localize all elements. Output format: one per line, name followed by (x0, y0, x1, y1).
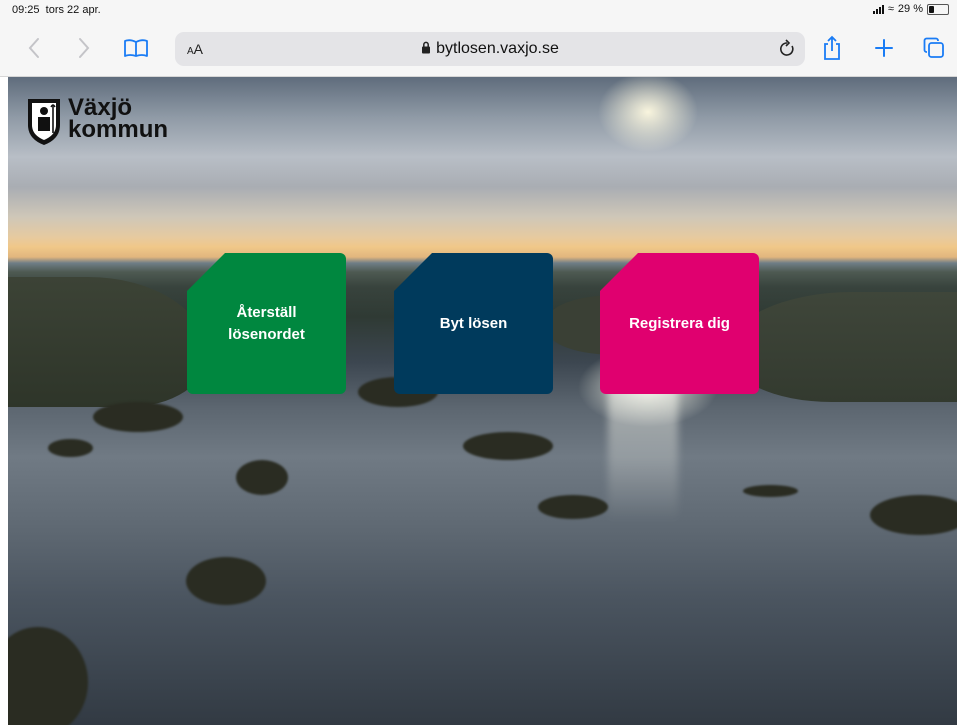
lock-icon (421, 41, 431, 59)
address-bar[interactable]: AA bytlosen.vaxjo.se (175, 32, 805, 66)
change-password-label: Byt lösen (439, 314, 508, 332)
browser-toolbar: AA bytlosen.vaxjo.se (0, 22, 957, 77)
tabs-icon[interactable] (920, 34, 948, 62)
status-time-date: 09:25 tors 22 apr. (12, 4, 101, 16)
cellular-signal-icon (872, 4, 884, 14)
logo-wordmark: Växjö kommun (68, 96, 169, 143)
status-time: 09:25 (12, 4, 40, 16)
island (186, 557, 266, 605)
register-button[interactable]: Registrera dig (600, 253, 759, 394)
url-display[interactable]: bytlosen.vaxjo.se (175, 40, 805, 59)
island (538, 495, 608, 519)
logo-line-2: kommun (68, 116, 169, 143)
reset-password-label: Återställ lösenordet (228, 303, 305, 343)
battery-percentage: 29 % (897, 3, 923, 15)
status-date: tors 22 apr. (45, 4, 101, 16)
coat-of-arms-icon (28, 99, 60, 145)
status-bar: 09:25 tors 22 apr. ≈ 29 % (0, 0, 957, 22)
island (870, 495, 957, 535)
screen: 09:25 tors 22 apr. ≈ 29 % AA bytlosen.va… (0, 0, 957, 725)
island (463, 432, 553, 460)
reload-icon[interactable] (777, 38, 797, 65)
island (48, 439, 93, 457)
forward-icon[interactable] (70, 34, 98, 62)
shoreline-left (8, 277, 208, 407)
battery-icon (927, 3, 949, 15)
reset-password-button[interactable]: Återställ lösenordet (187, 253, 346, 394)
sun-reflection (608, 382, 678, 522)
island (743, 485, 798, 497)
back-icon[interactable] (20, 34, 48, 62)
change-password-button[interactable]: Byt lösen (394, 253, 553, 394)
island (93, 402, 183, 432)
page-background-photo: Växjö kommun Återställ lösenordet Byt lö… (8, 77, 957, 725)
bookmarks-icon[interactable] (122, 34, 150, 62)
new-tab-icon[interactable] (870, 34, 898, 62)
island (8, 627, 88, 725)
status-indicators: ≈ 29 % (872, 3, 949, 15)
vaxjo-kommun-logo[interactable]: Växjö kommun (26, 96, 169, 147)
url-text: bytlosen.vaxjo.se (436, 40, 559, 57)
share-icon[interactable] (818, 34, 846, 62)
wifi-icon: ≈ (887, 3, 894, 15)
island (236, 460, 288, 495)
shoreline-right (727, 292, 957, 402)
register-label: Registrera dig (629, 314, 730, 332)
